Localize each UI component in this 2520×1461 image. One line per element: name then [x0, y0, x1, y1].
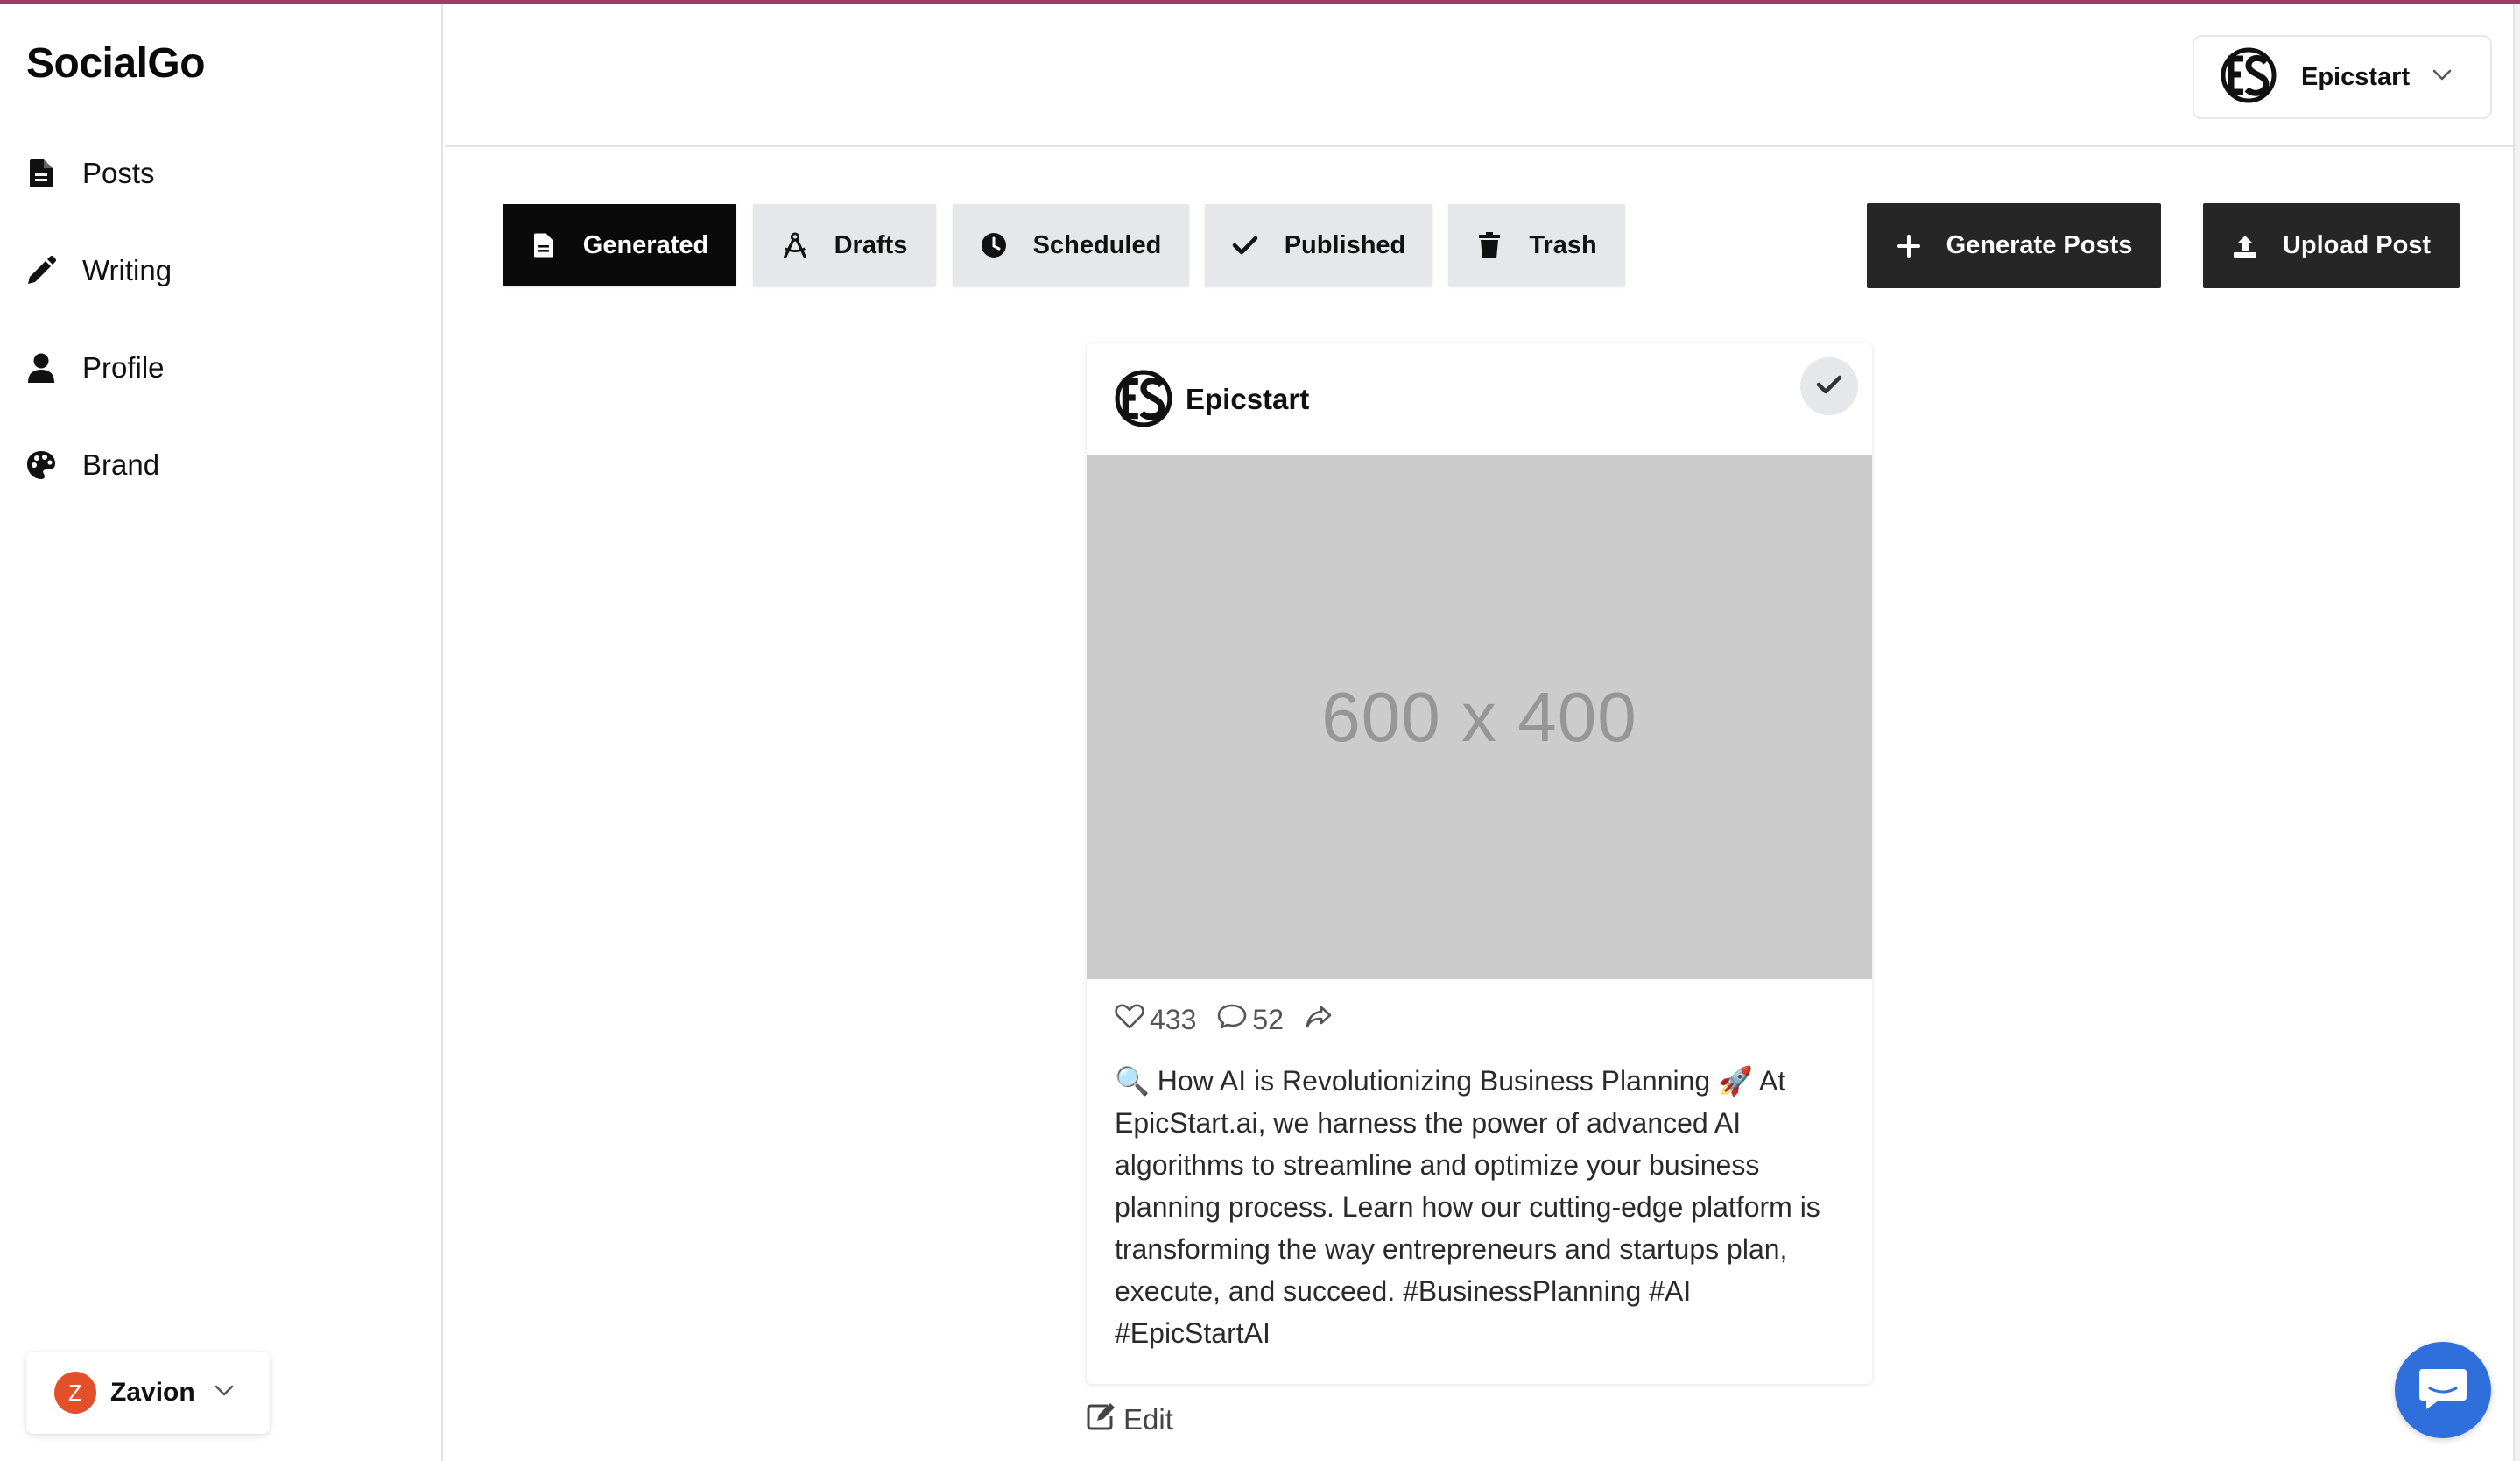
sidebar-item-writing[interactable]: Writing — [26, 244, 172, 297]
sidebar-item-profile[interactable]: Profile — [26, 342, 165, 394]
tab-drafts[interactable]: Drafts — [753, 204, 936, 286]
tab-trash[interactable]: Trash — [1448, 204, 1625, 286]
account-switcher[interactable]: Epicstart — [2193, 35, 2492, 119]
share-button[interactable] — [1305, 1004, 1338, 1036]
sidebar-item-label: Brand — [82, 448, 160, 481]
window-right-edge — [2513, 4, 2520, 1461]
upload-post-label: Upload Post — [2282, 231, 2432, 259]
tab-scheduled[interactable]: Scheduled — [953, 204, 1189, 286]
pencil-icon — [26, 256, 56, 286]
plus-icon — [1896, 233, 1922, 259]
sidebar-item-label: Profile — [82, 351, 165, 384]
tab-label: Published — [1284, 230, 1406, 259]
post-caption: 🔍 How AI is Revolutionizing Business Pla… — [1115, 1065, 1820, 1349]
upload-icon — [2232, 233, 2258, 259]
palette-icon — [26, 450, 56, 480]
edit-post-link[interactable]: Edit — [1087, 1400, 1173, 1440]
app-logo[interactable]: SocialGo — [26, 39, 206, 88]
comments-count: 52 — [1252, 1003, 1284, 1035]
avatar: Z — [54, 1372, 96, 1414]
sidebar-item-label: Posts — [82, 157, 155, 189]
check-icon — [1232, 232, 1258, 258]
file-icon — [26, 159, 56, 188]
post-stats: 433 52 — [1115, 1000, 1359, 1039]
generate-posts-button[interactable]: Generate Posts — [1867, 203, 2161, 288]
share-icon — [1305, 1004, 1338, 1036]
account-name: Epicstart — [2301, 62, 2411, 91]
epicstart-logo-icon — [1115, 370, 1172, 432]
select-post-checkbox[interactable] — [1800, 357, 1858, 415]
clock-icon — [981, 232, 1007, 258]
file-icon — [531, 232, 557, 258]
sidebar-item-brand[interactable]: Brand — [26, 439, 159, 491]
sidebar-item-posts[interactable]: Posts — [26, 147, 155, 200]
epicstart-logo-icon — [2221, 47, 2277, 108]
compass-icon — [782, 232, 808, 258]
app-root: SocialGo Posts Writing Profile Brand Z Z… — [0, 0, 2520, 1461]
check-icon — [1816, 374, 1842, 399]
upload-post-button[interactable]: Upload Post — [2203, 203, 2460, 288]
chat-icon — [2418, 1366, 2468, 1415]
likes-stat[interactable]: 433 — [1115, 1003, 1196, 1036]
post-card-header: Epicstart — [1087, 343, 1872, 455]
generate-posts-label: Generate Posts — [1946, 231, 2133, 259]
tab-label: Generated — [582, 230, 709, 259]
sidebar: SocialGo Posts Writing Profile Brand Z Z… — [0, 4, 443, 1461]
tab-label: Drafts — [834, 230, 908, 259]
post-account-name: Epicstart — [1186, 383, 1310, 415]
placeholder-size-text: 600 x 400 — [1321, 678, 1637, 756]
comments-stat[interactable]: 52 — [1217, 1003, 1284, 1036]
likes-count: 433 — [1150, 1003, 1197, 1035]
chat-widget-button[interactable] — [2395, 1342, 2491, 1438]
user-icon — [26, 353, 56, 383]
chevron-down-icon — [2432, 69, 2452, 86]
trash-icon — [1476, 232, 1503, 258]
chevron-down-icon — [215, 1385, 234, 1401]
tab-label: Scheduled — [1032, 230, 1162, 259]
heart-icon — [1115, 1003, 1150, 1036]
top-header: Epicstart — [445, 4, 2513, 147]
post-card[interactable]: Epicstart 600 x 400 433 52 🔍 How AI is R… — [1087, 343, 1872, 1384]
comment-icon — [1217, 1003, 1252, 1036]
post-image-placeholder: 600 x 400 — [1087, 455, 1872, 979]
user-menu[interactable]: Z Zavion — [26, 1352, 270, 1434]
tab-generated[interactable]: Generated — [503, 204, 736, 286]
tab-label: Trash — [1529, 230, 1597, 259]
sidebar-item-label: Writing — [82, 254, 172, 286]
edit-icon — [1087, 1402, 1123, 1437]
user-name: Zavion — [110, 1378, 195, 1407]
tab-published[interactable]: Published — [1205, 204, 1432, 286]
edit-label: Edit — [1123, 1403, 1173, 1436]
